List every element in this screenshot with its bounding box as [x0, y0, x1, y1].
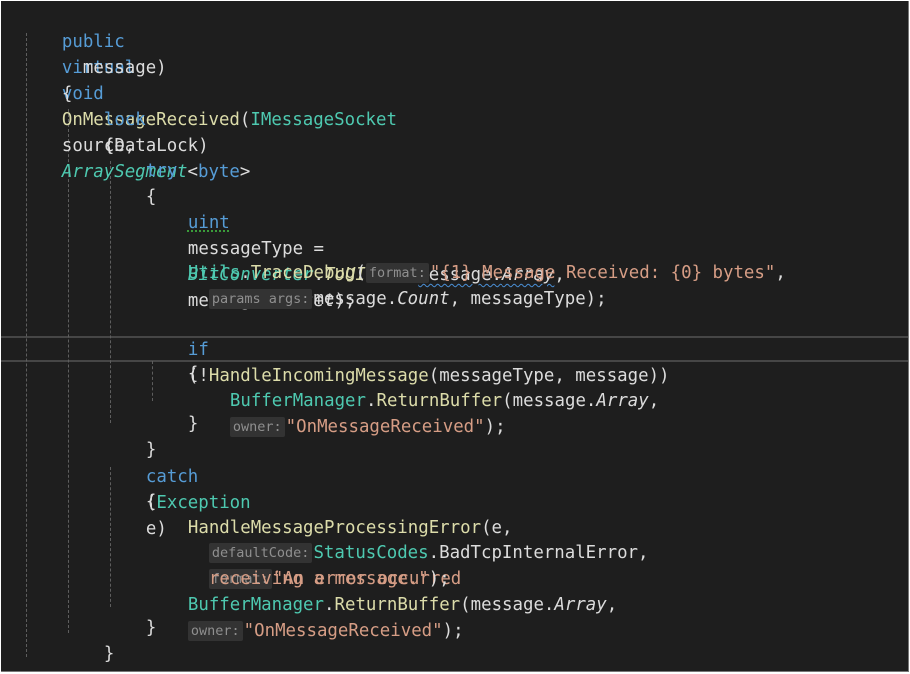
code-line-16[interactable]: catch (Exception e) [104, 438, 251, 539]
inlay-hint-params-args: params args: [208, 289, 313, 309]
code-line-7[interactable]: { [104, 158, 156, 207]
code-line-24[interactable]: } [20, 641, 72, 671]
code-line-2[interactable]: message) [41, 29, 167, 78]
inlay-hint-owner: owner: [187, 621, 243, 641]
args-rest: , messageType); [449, 289, 607, 309]
comma: , [606, 595, 618, 615]
brace-close: } [62, 670, 72, 671]
code-line-8[interactable]: uint messageType = BitConverter.ToUInt32… [146, 184, 565, 311]
type-buffermanager: BufferManager [187, 595, 325, 615]
code-line-13[interactable]: BufferManager.ReturnBuffer(message.Array… [188, 362, 659, 437]
statement-end: ); [442, 621, 464, 641]
generic-close: > [239, 162, 251, 182]
type-imessagesocket: IMessageSocket [250, 110, 397, 130]
prop-array: Array [596, 391, 649, 411]
paren: ( [460, 595, 471, 615]
arg-message: message. [512, 391, 597, 411]
indent-guide [68, 109, 69, 633]
code-line-5[interactable]: { [62, 107, 114, 156]
code-line-3[interactable]: { [20, 55, 72, 104]
code-line-20[interactable]: receiving a message."); [167, 540, 450, 589]
brace-close: } [187, 414, 199, 434]
code-line-14[interactable]: } [146, 385, 198, 434]
code-line-11[interactable]: if (!HandleIncomingMessage(messageType, … [146, 311, 670, 386]
code-line-4[interactable]: lock (DataLock) [62, 81, 209, 156]
code-line-22[interactable]: } [104, 589, 156, 638]
generic-open: < [187, 162, 199, 182]
inlay-hint-owner: owner: [229, 417, 285, 437]
code-line-1[interactable]: public virtual void OnMessageReceived(IM… [20, 3, 397, 182]
code-line-21[interactable]: BufferManager.ReturnBuffer(message.Array… [146, 566, 617, 641]
comma: , [638, 543, 649, 563]
code-line-9[interactable]: Utils.TraceDebug(format: "{1} Message Rec… [146, 234, 786, 283]
string-literal: "OnMessageReceived" [285, 417, 485, 437]
current-line-highlight [1, 336, 908, 362]
code-line-18[interactable]: HandleMessageProcessingError(e, [146, 489, 513, 538]
keyword-uint: uint [187, 213, 230, 233]
code-line-17[interactable]: { [104, 463, 156, 512]
statement-end: ); [484, 417, 506, 437]
keyword-byte: byte [198, 162, 240, 182]
code-line-12[interactable]: { [146, 335, 198, 384]
comma: , [775, 263, 786, 283]
arg-message: message. [470, 595, 555, 615]
brace-close: } [103, 644, 115, 664]
arg-message: message. [313, 289, 398, 309]
paren: ( [239, 110, 251, 130]
paren: ( [502, 391, 513, 411]
comma: , [648, 391, 660, 411]
method-returnbuffer: ReturnBuffer [334, 595, 461, 615]
code-editor[interactable]: public virtual void OnMessageReceived(IM… [1, 1, 909, 672]
prop-array: Array [554, 595, 607, 615]
dot: . [324, 595, 335, 615]
code-line-6[interactable]: try [104, 132, 177, 181]
prop-count: Count [397, 289, 450, 309]
method-returnbuffer: ReturnBuffer [376, 391, 503, 411]
string-literal: "OnMessageReceived" [243, 621, 443, 641]
code-line-15[interactable]: } [104, 411, 156, 460]
brace-close: } [145, 618, 157, 638]
code-line-10[interactable]: params args: message.Count, messageType); [167, 260, 607, 309]
type-buffermanager: BufferManager [229, 391, 367, 411]
member-badtcpinternalerror: BadTcpInternalError [439, 543, 639, 563]
dot: . [366, 391, 377, 411]
code-line-19[interactable]: defaultCode: StatusCodes.BadTcpInternalEr… [167, 514, 649, 589]
code-line-23[interactable]: } [62, 615, 114, 664]
param-message: message) [82, 58, 167, 78]
